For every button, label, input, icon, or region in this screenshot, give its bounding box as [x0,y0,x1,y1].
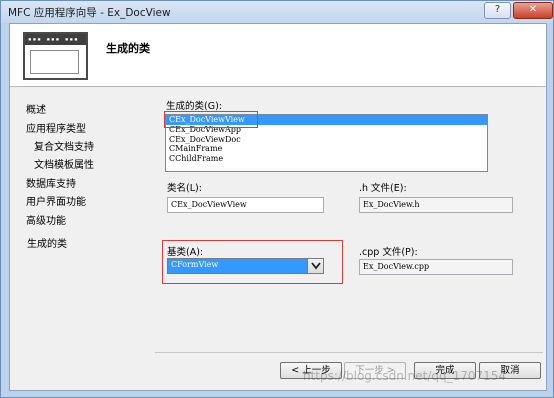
page-title: 生成的类 [106,42,150,55]
nav-item-user-interface[interactable]: 用户界面功能 [26,193,86,208]
nav-item-advanced-features[interactable]: 高级功能 [26,212,66,227]
generated-classes-panel: 生成的类(G): CEx_DocViewView CEx_DocViewApp … [155,88,546,390]
watermark-text: https://blog.csdn.net/qq_1707154 [303,369,507,383]
cpp-file-input[interactable]: Ex_DocView.cpp [359,259,513,275]
generated-classes-list[interactable]: CEx_DocViewView CEx_DocViewApp CEx_DocVi… [165,114,488,172]
h-file-input[interactable]: Ex_DocView.h [359,197,513,213]
chevron-down-icon[interactable] [307,259,323,273]
wizard-client-area: ▪▪▪ ▪▪▪ ▪▪▪ 生成的类 概述 应用程序类型 复合文档支持 文档模板属性… [9,23,547,391]
title-bar[interactable]: MFC 应用程序向导 - Ex_DocView ? ✕ [1,1,553,23]
window-illustration-icon: ▪▪▪ ▪▪▪ ▪▪▪ [23,32,88,80]
class-name-label: 类名(L): [167,183,202,194]
footer-divider [155,352,543,353]
class-list-item[interactable]: CChildFrame [166,154,487,164]
cpp-file-label: .cpp 文件(P): [359,247,418,258]
wizard-header: ▪▪▪ ▪▪▪ ▪▪▪ 生成的类 [10,24,546,87]
illustration-dots: ▪▪▪ ▪▪▪ ▪▪▪ [28,36,79,43]
class-name-input[interactable]: CEx_DocViewView [167,197,324,213]
class-list-item[interactable]: CEx_DocViewApp [166,125,487,135]
nav-item-document-template[interactable]: 文档模板属性 [34,156,94,171]
base-class-dropdown[interactable]: CFormView [167,258,324,274]
base-class-label: 基类(A): [167,247,204,258]
close-button[interactable]: ✕ [513,2,553,19]
class-list-item[interactable]: CEx_DocViewDoc [166,135,487,145]
nav-item-database-support[interactable]: 数据库支持 [26,175,76,190]
nav-item-compound-document[interactable]: 复合文档支持 [34,138,94,153]
help-button[interactable]: ? [484,2,511,19]
generated-classes-label: 生成的类(G): [166,101,222,112]
class-list-item[interactable]: CMainFrame [166,144,487,154]
wizard-nav: 概述 应用程序类型 复合文档支持 文档模板属性 数据库支持 用户界面功能 高级功… [10,88,150,390]
nav-item-overview[interactable]: 概述 [26,101,46,116]
wizard-window: MFC 应用程序向导 - Ex_DocView ? ✕ ▪▪▪ ▪▪▪ ▪▪▪ … [0,0,554,398]
illustration-content [30,50,79,74]
window-title: MFC 应用程序向导 - Ex_DocView [8,7,171,19]
base-class-value: CFormView [171,260,219,269]
class-list-item[interactable]: CEx_DocViewView [166,115,487,125]
illustration-titlebar: ▪▪▪ ▪▪▪ ▪▪▪ [25,34,86,45]
nav-item-application-type[interactable]: 应用程序类型 [26,120,86,135]
h-file-label: .h 文件(E): [359,183,407,194]
nav-item-generated-classes[interactable]: 生成的类 [27,235,67,250]
